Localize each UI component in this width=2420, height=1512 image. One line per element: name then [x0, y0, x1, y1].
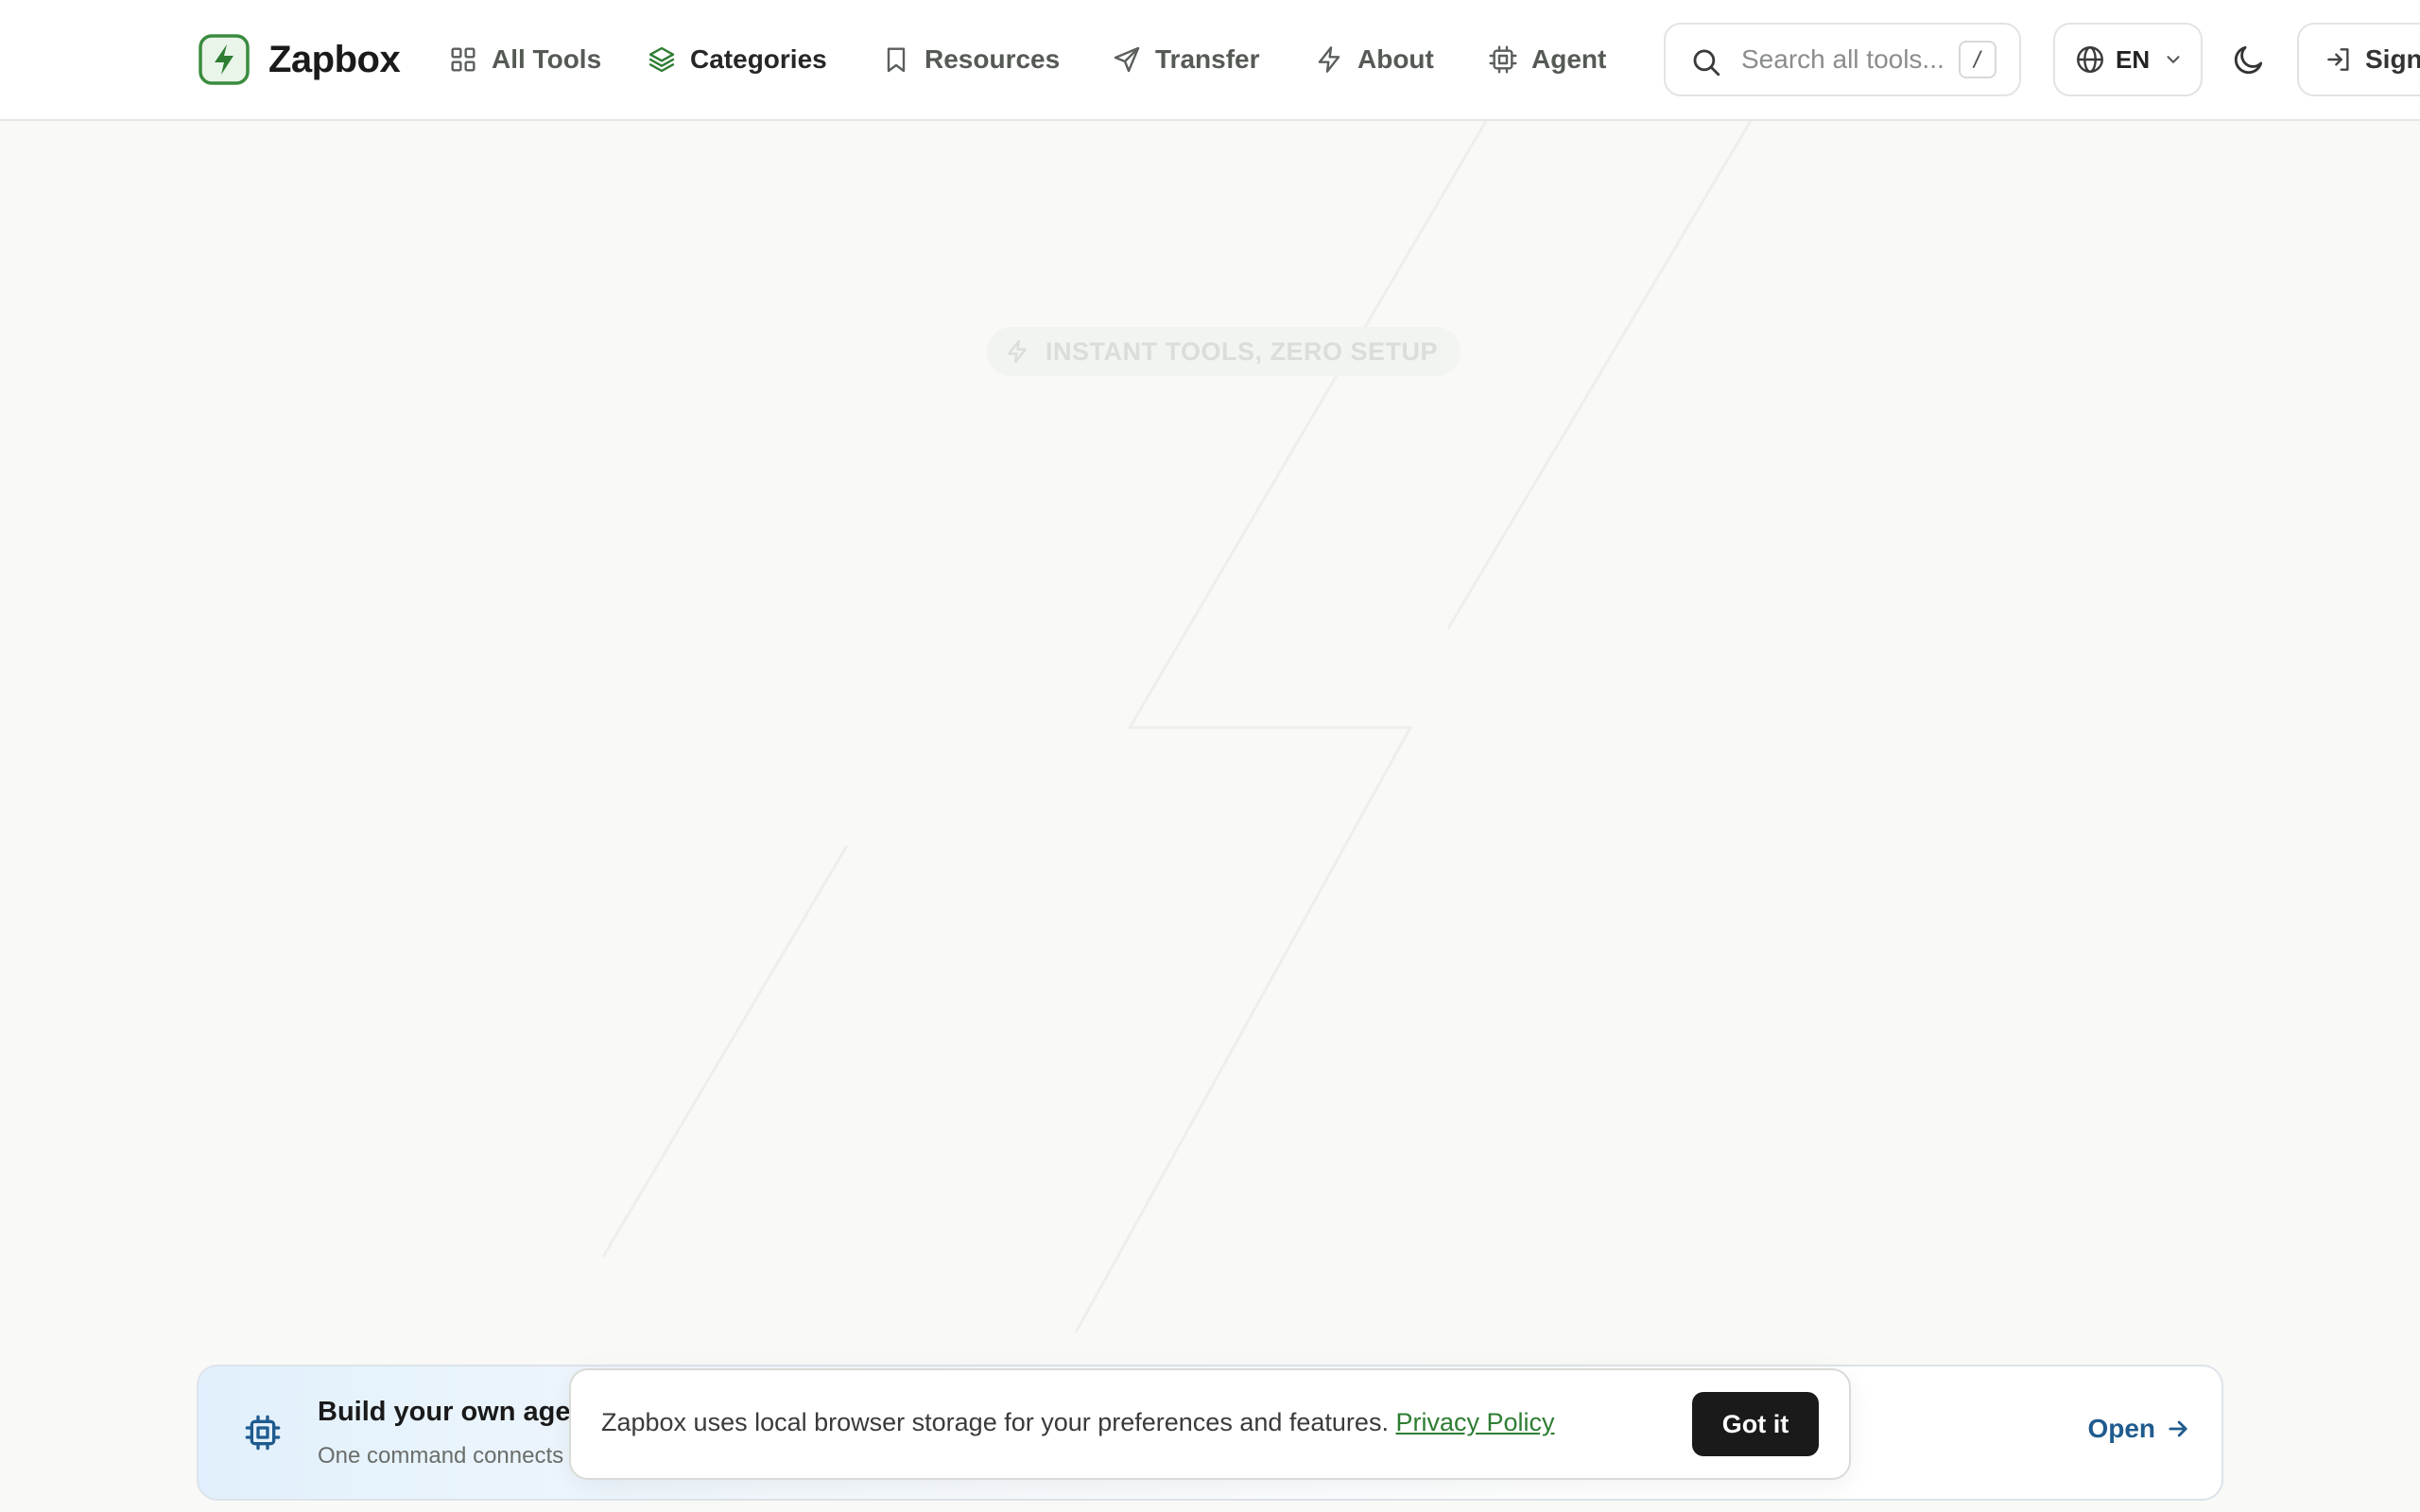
search-icon [1693, 49, 1720, 77]
search-shortcut-key: / [1959, 41, 1996, 78]
got-it-button[interactable]: Got it [1692, 1392, 1819, 1456]
moon-icon [2234, 45, 2263, 75]
agent-banner-subtitle: One command connects [318, 1443, 564, 1469]
hero-bolt-graphic [601, 121, 1753, 1333]
nav-label: All Tools [492, 44, 602, 74]
nav-label: About [1357, 44, 1434, 74]
zap-icon [1008, 339, 1027, 364]
nav-label: Resources [925, 44, 1061, 74]
nav-all-tools[interactable]: All Tools [448, 38, 601, 81]
send-icon [1114, 46, 1140, 73]
cpu-icon [1489, 45, 1517, 74]
theme-toggle-button[interactable] [2227, 38, 2271, 81]
nav-about[interactable]: About [1314, 38, 1434, 81]
hero-badge-text: INSTANT TOOLS, ZERO SETUP [1046, 336, 1439, 366]
agent-banner-title: Build your own agen [318, 1397, 588, 1427]
cookie-notice: Zapbox uses local browser storage for yo… [569, 1368, 1851, 1480]
logo[interactable]: Zapbox [198, 33, 401, 86]
bookmark-icon [887, 47, 906, 73]
cookie-text: Zapbox uses local browser storage for yo… [601, 1408, 1389, 1436]
log-in-icon [2327, 48, 2349, 71]
search-box[interactable]: / [1664, 23, 2021, 96]
nav-label: Agent [1531, 44, 1607, 74]
agent-open-link[interactable]: Open [2087, 1414, 2191, 1444]
cpu-icon [245, 1415, 281, 1451]
nav-label: Transfer [1155, 44, 1260, 74]
globe-icon [2077, 46, 2103, 73]
brand-name: Zapbox [268, 38, 401, 80]
site-header: Zapbox All Tools Categories Resources Tr… [0, 0, 2420, 121]
sign-in-label: Sign [2365, 44, 2420, 74]
zap-icon [1318, 46, 1340, 73]
privacy-policy-link[interactable]: Privacy Policy [1395, 1408, 1554, 1436]
layers-icon [648, 46, 675, 73]
sign-in-button[interactable]: Sign [2297, 23, 2420, 96]
nav-categories[interactable]: Categories [647, 38, 827, 81]
nav-transfer[interactable]: Transfer [1112, 38, 1260, 81]
nav-agent[interactable]: Agent [1488, 38, 1606, 81]
arrow-right-icon [2169, 1420, 2187, 1437]
nav-resources[interactable]: Resources [881, 38, 1060, 81]
language-select[interactable]: EN [2053, 23, 2203, 96]
grid-icon [451, 47, 475, 72]
search-input[interactable] [1741, 38, 1949, 81]
agent-open-label: Open [2087, 1414, 2155, 1443]
language-value: EN [2116, 44, 2151, 74]
hero-badge: INSTANT TOOLS, ZERO SETUP [987, 327, 1461, 376]
cookie-message: Zapbox uses local browser storage for yo… [601, 1408, 1555, 1437]
nav-label: Categories [690, 44, 827, 74]
chevron-down-icon [2167, 56, 2180, 63]
zap-logo-icon [199, 34, 250, 85]
